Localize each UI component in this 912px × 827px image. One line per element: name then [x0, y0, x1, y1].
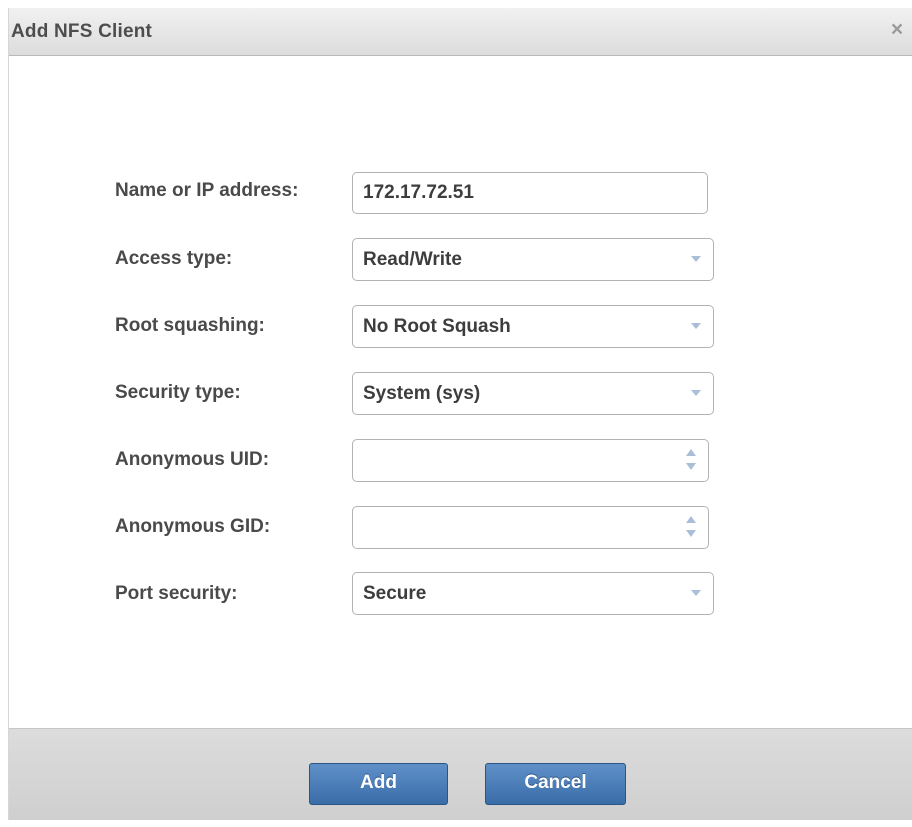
anonymous-uid-input[interactable] — [353, 440, 673, 481]
access-type-select[interactable]: Read/Write — [352, 238, 714, 281]
port-security-label: Port security: — [115, 583, 238, 604]
form-body: Name or IP address: Access type: Read/Wr… — [9, 56, 912, 728]
spin-up-icon[interactable] — [686, 449, 696, 456]
dialog-footer: Add Cancel — [9, 728, 912, 820]
port-security-value: Secure — [363, 583, 427, 604]
close-icon[interactable]: × — [887, 19, 907, 41]
root-squashing-select[interactable]: No Root Squash — [352, 305, 714, 348]
spin-up-icon[interactable] — [686, 516, 696, 523]
anonymous-gid-input[interactable] — [353, 507, 673, 548]
root-squashing-value: No Root Squash — [363, 316, 511, 337]
name-or-ip-label: Name or IP address: — [115, 180, 299, 201]
dialog-title: Add NFS Client — [11, 21, 153, 42]
chevron-down-icon[interactable] — [691, 323, 701, 329]
add-nfs-client-dialog: Add NFS Client × Name or IP address: Acc… — [8, 8, 912, 820]
cancel-button[interactable]: Cancel — [485, 763, 626, 805]
chevron-down-icon[interactable] — [691, 590, 701, 596]
anonymous-uid-label: Anonymous UID: — [115, 449, 270, 470]
chevron-down-icon[interactable] — [691, 390, 701, 396]
access-type-label: Access type: — [115, 248, 233, 269]
access-type-value: Read/Write — [363, 249, 462, 270]
security-type-label: Security type: — [115, 382, 241, 403]
anonymous-uid-stepper[interactable] — [352, 439, 709, 482]
root-squashing-label: Root squashing: — [115, 315, 265, 336]
anonymous-gid-stepper[interactable] — [352, 506, 709, 549]
anonymous-gid-label: Anonymous GID: — [115, 516, 271, 537]
name-or-ip-input[interactable] — [352, 172, 708, 214]
port-security-select[interactable]: Secure — [352, 572, 714, 615]
dialog-title-bar: Add NFS Client × — [9, 8, 912, 56]
spin-down-icon[interactable] — [686, 530, 696, 537]
security-type-value: System (sys) — [363, 383, 481, 404]
add-button[interactable]: Add — [309, 763, 448, 805]
spin-down-icon[interactable] — [686, 463, 696, 470]
chevron-down-icon[interactable] — [691, 256, 701, 262]
security-type-select[interactable]: System (sys) — [352, 372, 714, 415]
